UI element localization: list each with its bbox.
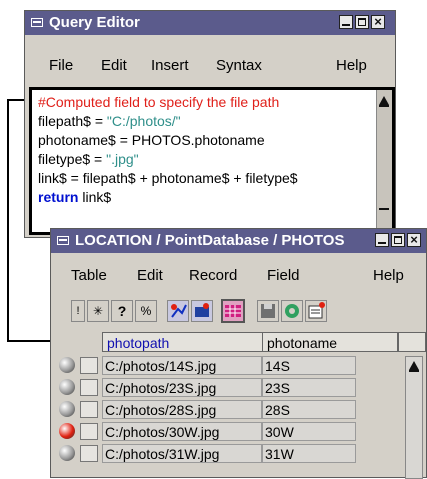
menu-file[interactable]: File [49,57,73,74]
code-line-link: link$ = filepath$ + photoname$ + filetyp… [38,170,298,186]
row-select-checkbox[interactable] [80,401,98,418]
cell-photoname[interactable]: 30W [262,422,356,441]
cell-photopath[interactable]: C:/photos/30W.jpg [102,422,262,441]
close-button[interactable]: × [371,15,385,29]
table-toolbar: ! ✳ ? % [71,299,371,324]
table-window-titlebar[interactable]: LOCATION / PointDatabase / PHOTOS × [51,229,426,253]
star-select-glyph [171,304,187,318]
code-line-return: return link$ [38,188,392,207]
row-select-checkbox[interactable] [80,423,98,440]
minimize-button[interactable] [339,15,353,29]
menu-table[interactable]: Table [71,267,107,284]
percent-icon[interactable]: % [135,300,157,322]
row-marker-icon[interactable] [59,445,75,461]
row-marker-icon[interactable] [59,379,75,395]
question-icon[interactable]: ? [111,300,133,322]
grid-scrollbar[interactable] [405,356,423,479]
code-comment-line: #Computed field to specify the file path [38,94,280,110]
menu-table-edit[interactable]: Edit [137,267,163,284]
query-editor-title: Query Editor [49,14,140,31]
save-glyph [261,304,275,318]
scroll-down-bar-icon [379,208,389,210]
column-header-photoname[interactable]: photoname [262,332,398,352]
link-glyph [285,304,299,318]
table-grid-icon[interactable] [221,299,245,323]
scroll-up-bar-icon [379,105,389,107]
cell-photoname[interactable]: 14S [262,356,356,375]
cell-photoname[interactable]: 31W [262,444,356,463]
cell-photopath[interactable]: C:/photos/14S.jpg [102,356,262,375]
code-filepath-var: filepath$ = [38,113,107,129]
editor-scrollbar[interactable] [376,90,392,232]
menu-syntax[interactable]: Syntax [216,57,262,74]
table-maximize-button[interactable] [391,233,405,247]
table-minimize-button[interactable] [375,233,389,247]
table-system-menu-icon[interactable] [57,236,69,245]
row-select-checkbox[interactable] [80,379,98,396]
table-window-title: LOCATION / PointDatabase / PHOTOS [75,232,345,249]
cell-photoname[interactable]: 23S [262,378,356,397]
code-return-keyword: return [38,189,79,205]
menu-edit[interactable]: Edit [101,57,127,74]
code-line-filetype: filetype$ = ".jpg" [38,150,392,169]
row-marker-icon[interactable] [59,401,75,417]
code-editor[interactable]: #Computed field to specify the file path… [29,87,395,235]
grid-scroll-up-bar-icon [409,370,419,372]
row-marker-icon[interactable] [59,357,75,373]
maximize-button[interactable] [355,15,369,29]
cell-photopath[interactable]: C:/photos/23S.jpg [102,378,262,397]
menu-field[interactable]: Field [267,267,300,284]
save-icon[interactable] [257,300,279,322]
table-window[interactable]: LOCATION / PointDatabase / PHOTOS × Tabl… [50,228,427,479]
new-record-glyph [308,302,325,319]
menu-help[interactable]: Help [336,57,367,74]
row-select-checkbox[interactable] [80,357,98,374]
row-select-checkbox[interactable] [80,445,98,462]
cell-photopath[interactable]: C:/photos/31W.jpg [102,444,262,463]
select-records-glyph [195,303,209,317]
code-filetype-string: ".jpg" [106,151,139,167]
star-select-icon[interactable] [167,300,189,322]
sort-icon[interactable]: ! [71,300,85,322]
table-menubar: Table Edit Record Field Help [51,267,426,289]
query-editor-titlebar[interactable]: Query Editor × [25,11,395,35]
cell-photoname[interactable]: 28S [262,400,356,419]
new-record-icon[interactable] [305,300,327,322]
menu-insert[interactable]: Insert [151,57,189,74]
system-menu-icon[interactable] [31,18,43,27]
menu-table-help[interactable]: Help [373,267,404,284]
menu-record[interactable]: Record [189,267,237,284]
link-icon[interactable] [281,300,303,322]
column-header-photopath[interactable]: photopath [102,332,264,352]
code-filepath-string: "C:/photos/" [106,113,181,129]
grid-header-filler [398,332,426,352]
query-editor-menubar: File Edit Insert Syntax Help [25,57,395,79]
select-records-icon[interactable] [191,300,213,322]
wand-icon[interactable]: ✳ [87,300,109,322]
code-filetype-var: filetype$ = [38,151,107,167]
code-line-photoname: photoname$ = PHOTOS.photoname [38,132,265,148]
code-return-rest: link$ [78,189,112,205]
scroll-up-icon[interactable] [379,96,389,105]
table-grid-glyph [225,305,241,317]
code-line-filepath: filepath$ = "C:/photos/" [38,112,392,131]
query-editor-window[interactable]: Query Editor × File Edit Insert Syntax H… [24,10,396,238]
data-grid[interactable]: photopath photoname C:/photos/14S.jpg 14S… [51,330,426,479]
row-marker-icon[interactable] [59,423,75,439]
table-close-button[interactable]: × [407,233,421,247]
cell-photopath[interactable]: C:/photos/28S.jpg [102,400,262,419]
grid-scroll-up-icon[interactable] [409,361,419,370]
